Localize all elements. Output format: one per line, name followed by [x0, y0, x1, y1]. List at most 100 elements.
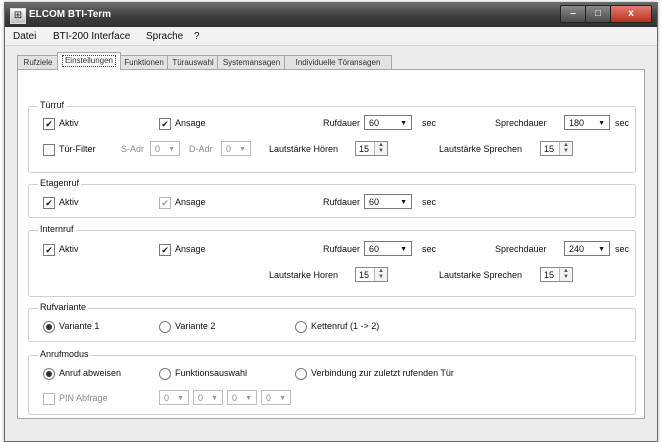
tab-einstellungen[interactable]: Einstellungen	[57, 52, 121, 70]
kettenruf-radio[interactable]	[295, 321, 307, 333]
d-adr-value: 0	[226, 144, 232, 154]
checkmark-icon: ✔	[45, 198, 53, 208]
funktionsauswahl-radio[interactable]	[159, 368, 171, 380]
checkmark-icon: ✔	[161, 198, 169, 208]
internruf-ansage-checkbox[interactable]: ✔	[159, 244, 171, 256]
variante1-radio[interactable]	[43, 321, 55, 333]
tab-funktionen[interactable]: Funktionen	[119, 55, 169, 69]
internruf-aktiv-checkbox[interactable]: ✔	[43, 244, 55, 256]
group-rufvariante: Rufvariante Variante 1 Variante 2 Ketten…	[28, 302, 636, 342]
verbindung-radio[interactable]	[295, 368, 307, 380]
variante2-radio[interactable]	[159, 321, 171, 333]
group-anrufmodus-title: Anrufmodus	[38, 349, 91, 359]
group-etagenruf-title: Etagenruf	[38, 178, 82, 188]
internruf-sprechdauer-unit: sec	[615, 244, 630, 254]
internruf-lautstaerke-hoeren-spinner[interactable]: 15 ▲ ▼	[355, 267, 388, 282]
group-etagenruf: Etagenruf ✔ Aktiv ✔ Ansage Rufdauer 60 ▼…	[28, 178, 636, 218]
tuerruf-ansage-checkbox[interactable]: ✔	[159, 118, 171, 130]
menu-datei[interactable]: Datei	[13, 31, 36, 42]
etagenruf-ansage-label: Ansage	[175, 197, 206, 207]
app-window: ⊞ ELCOM BTI-Term – □ x Datei BTI-200 Int…	[4, 2, 658, 442]
verbindung-label: Verbindung zur zuletzt rufenden Tür	[311, 368, 454, 378]
chevron-down-icon: ▼	[168, 146, 175, 153]
anruf-abweisen-radio[interactable]	[43, 368, 55, 380]
tuerruf-lautstaerke-hoeren-label: Lautstärke Hören	[269, 144, 339, 154]
tuerruf-lautstaerke-sprechen-label: Lautstärke Sprechen	[439, 144, 523, 154]
internruf-rufdauer-unit: sec	[422, 244, 437, 254]
internruf-rufdauer-value: 60	[369, 244, 380, 254]
pin-digit-2-select[interactable]: 0 ▼	[193, 390, 223, 405]
internruf-aktiv-label: Aktiv	[59, 244, 79, 254]
pin-abfrage-checkbox[interactable]	[43, 393, 55, 405]
close-button[interactable]: x	[610, 5, 652, 23]
spinner-arrows-icon[interactable]: ▲ ▼	[559, 142, 572, 155]
chevron-down-icon: ▼	[239, 146, 246, 153]
internruf-lautstaerke-sprechen-spinner[interactable]: 15 ▲ ▼	[540, 267, 573, 282]
internruf-sprechdauer-value: 240	[569, 244, 585, 254]
internruf-ansage-label: Ansage	[175, 244, 206, 254]
pin-abfrage-label: PIN Abfrage	[59, 393, 108, 403]
s-adr-label: S-Adr	[121, 144, 145, 154]
spinner-arrows-icon[interactable]: ▲ ▼	[559, 268, 572, 281]
chevron-down-icon: ▼	[177, 395, 184, 402]
internruf-lautstaerke-sprechen-value: 15	[544, 270, 555, 280]
group-anrufmodus: Anrufmodus Anruf abweisen Funktionsauswa…	[28, 349, 636, 415]
tab-rufziele[interactable]: Rufziele	[17, 55, 59, 69]
pin-digit-3-value: 0	[232, 393, 238, 403]
internruf-sprechdauer-select[interactable]: 240 ▼	[564, 241, 610, 256]
tuerruf-lautstaerke-sprechen-value: 15	[544, 144, 555, 154]
tuerruf-sprechdauer-select[interactable]: 180 ▼	[564, 115, 610, 130]
menu-help[interactable]: ?	[194, 31, 200, 42]
spinner-arrows-icon[interactable]: ▲ ▼	[374, 142, 387, 155]
group-internruf: Internruf ✔ Aktiv ✔ Ansage Rufdauer 60 ▼…	[28, 224, 636, 297]
etagenruf-aktiv-checkbox[interactable]: ✔	[43, 197, 55, 209]
chevron-down-icon: ▼	[211, 395, 218, 402]
internruf-rufdauer-select[interactable]: 60 ▼	[364, 241, 412, 256]
pin-digit-4-select[interactable]: 0 ▼	[261, 390, 291, 405]
maximize-button[interactable]: □	[585, 5, 611, 23]
tuer-filter-checkbox[interactable]	[43, 144, 55, 156]
group-tuerruf-title: Türruf	[38, 100, 67, 110]
d-adr-label: D-Adr	[189, 144, 213, 154]
variante2-label: Variante 2	[175, 321, 216, 331]
settings-panel: Türruf ✔ Aktiv ✔ Ansage Rufdauer 60 ▼ se…	[17, 69, 645, 419]
checkmark-icon: ✔	[45, 119, 53, 129]
tab-systemansagen[interactable]: Systemansagen	[217, 55, 286, 69]
tuerruf-aktiv-checkbox[interactable]: ✔	[43, 118, 55, 130]
tab-tuerauswahl[interactable]: Türauswahl	[167, 55, 219, 69]
anruf-abweisen-label: Anruf abweisen	[59, 368, 122, 378]
kettenruf-label: Kettenruf (1 -> 2)	[311, 321, 380, 331]
pin-digit-3-select[interactable]: 0 ▼	[227, 390, 257, 405]
chevron-down-icon: ▼	[400, 246, 407, 253]
etagenruf-rufdauer-select[interactable]: 60 ▼	[364, 194, 412, 209]
spinner-arrows-icon[interactable]: ▲ ▼	[374, 268, 387, 281]
tuerruf-rufdauer-unit: sec	[422, 118, 437, 128]
group-tuerruf: Türruf ✔ Aktiv ✔ Ansage Rufdauer 60 ▼ se…	[28, 100, 636, 173]
title-bar[interactable]: ⊞ ELCOM BTI-Term – □ x	[5, 3, 657, 27]
tab-individuelle-tueransagen[interactable]: Individuelle Töransagen	[284, 55, 392, 69]
tuerruf-rufdauer-select[interactable]: 60 ▼	[364, 115, 412, 130]
chevron-down-icon: ▼	[279, 395, 286, 402]
internruf-lautstaerke-hoeren-label: Lautstarke Horen	[269, 270, 339, 280]
d-adr-select[interactable]: 0 ▼	[221, 141, 251, 156]
window-title: ELCOM BTI-Term	[29, 9, 112, 20]
checkmark-icon: ✔	[45, 245, 53, 255]
etagenruf-rufdauer-value: 60	[369, 197, 380, 207]
chevron-down-icon: ▼	[400, 199, 407, 206]
menu-bti-interface[interactable]: BTI-200 Interface	[53, 31, 130, 42]
s-adr-select[interactable]: 0 ▼	[150, 141, 180, 156]
tuerruf-lautstaerke-sprechen-spinner[interactable]: 15 ▲ ▼	[540, 141, 573, 156]
menu-sprache[interactable]: Sprache	[146, 31, 183, 42]
funktionsauswahl-label: Funktionsauswahl	[175, 368, 248, 378]
minimize-button[interactable]: –	[560, 5, 586, 23]
s-adr-value: 0	[155, 144, 161, 154]
etagenruf-ansage-checkbox[interactable]: ✔	[159, 197, 171, 209]
app-icon: ⊞	[10, 8, 26, 24]
internruf-lautstaerke-hoeren-value: 15	[359, 270, 370, 280]
tuerruf-sprechdauer-label: Sprechdauer	[495, 118, 547, 128]
pin-digit-1-select[interactable]: 0 ▼	[159, 390, 189, 405]
etagenruf-rufdauer-unit: sec	[422, 197, 437, 207]
etagenruf-aktiv-label: Aktiv	[59, 197, 79, 207]
tuerruf-lautstaerke-hoeren-spinner[interactable]: 15 ▲ ▼	[355, 141, 388, 156]
menu-bar: Datei BTI-200 Interface Sprache ?	[5, 27, 657, 46]
